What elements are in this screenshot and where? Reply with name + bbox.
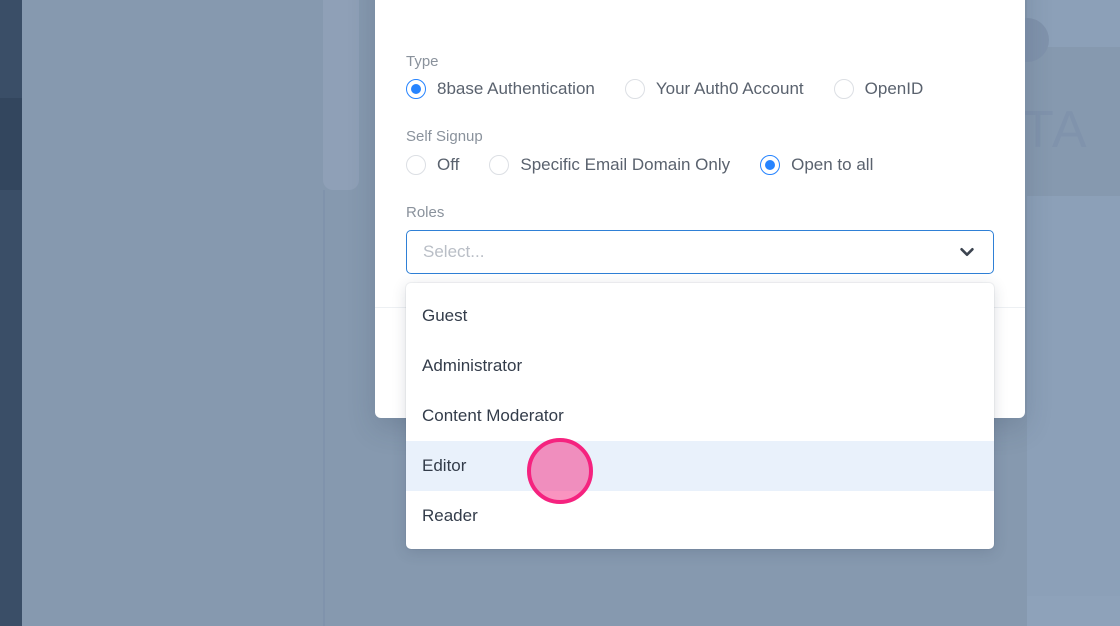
chevron-down-icon[interactable] <box>957 242 977 262</box>
roles-select[interactable]: Select... <box>406 230 994 274</box>
self-signup-option-off[interactable]: Off <box>406 155 459 175</box>
self-signup-option-open-to-all[interactable]: Open to all <box>760 155 873 175</box>
roles-menu-item-content-moderator[interactable]: Content Moderator <box>406 391 994 441</box>
screen-root: TA Blogging Platform Auth Type 8base Aut… <box>0 0 1120 626</box>
roles-menu-item-label: Administrator <box>422 356 522 376</box>
app-background-card <box>323 0 359 190</box>
type-option-your-auth0-account[interactable]: Your Auth0 Account <box>625 79 804 99</box>
roles-menu-item-guest[interactable]: Guest <box>406 291 994 341</box>
radio-selected-icon <box>406 79 426 99</box>
type-option-label: OpenID <box>865 79 924 99</box>
type-option-label: Your Auth0 Account <box>656 79 804 99</box>
app-wordmark: TA <box>1022 104 1089 156</box>
app-nav-rail-band <box>0 180 22 190</box>
app-background-footer <box>1027 596 1120 626</box>
app-nav-rail[interactable] <box>0 0 22 626</box>
type-label: Type <box>406 53 439 70</box>
roles-menu-item-reader[interactable]: Reader <box>406 491 994 541</box>
roles-menu-item-label: Content Moderator <box>422 406 564 426</box>
radio-unselected-icon <box>489 155 509 175</box>
type-option-8base-authentication[interactable]: 8base Authentication <box>406 79 595 99</box>
app-nav-rail-band <box>0 98 22 180</box>
roles-menu-item-label: Reader <box>422 506 478 526</box>
roles-menu-item-label: Guest <box>422 306 467 326</box>
self-signup-label: Self Signup <box>406 128 483 145</box>
roles-menu-item-label: Editor <box>422 456 466 476</box>
radio-unselected-icon <box>406 155 426 175</box>
self-signup-option-label: Open to all <box>791 155 873 175</box>
type-option-label: 8base Authentication <box>437 79 595 99</box>
radio-unselected-icon <box>625 79 645 99</box>
type-option-openid[interactable]: OpenID <box>834 79 924 99</box>
self-signup-option-specific-email-domain-only[interactable]: Specific Email Domain Only <box>489 155 730 175</box>
self-signup-radio-group: Off Specific Email Domain Only Open to a… <box>406 155 873 175</box>
radio-unselected-icon <box>834 79 854 99</box>
roles-label: Roles <box>406 204 444 221</box>
radio-selected-icon <box>760 155 780 175</box>
type-radio-group: 8base Authentication Your Auth0 Account … <box>406 79 923 99</box>
roles-menu-item-administrator[interactable]: Administrator <box>406 341 994 391</box>
roles-select-placeholder: Select... <box>423 242 957 262</box>
app-background-right-body <box>1027 196 1120 626</box>
app-background-divider <box>323 190 325 626</box>
self-signup-option-label: Specific Email Domain Only <box>520 155 730 175</box>
self-signup-option-label: Off <box>437 155 459 175</box>
roles-dropdown-menu: Guest Administrator Content Moderator Ed… <box>406 283 994 549</box>
roles-menu-item-editor[interactable]: Editor <box>406 441 994 491</box>
